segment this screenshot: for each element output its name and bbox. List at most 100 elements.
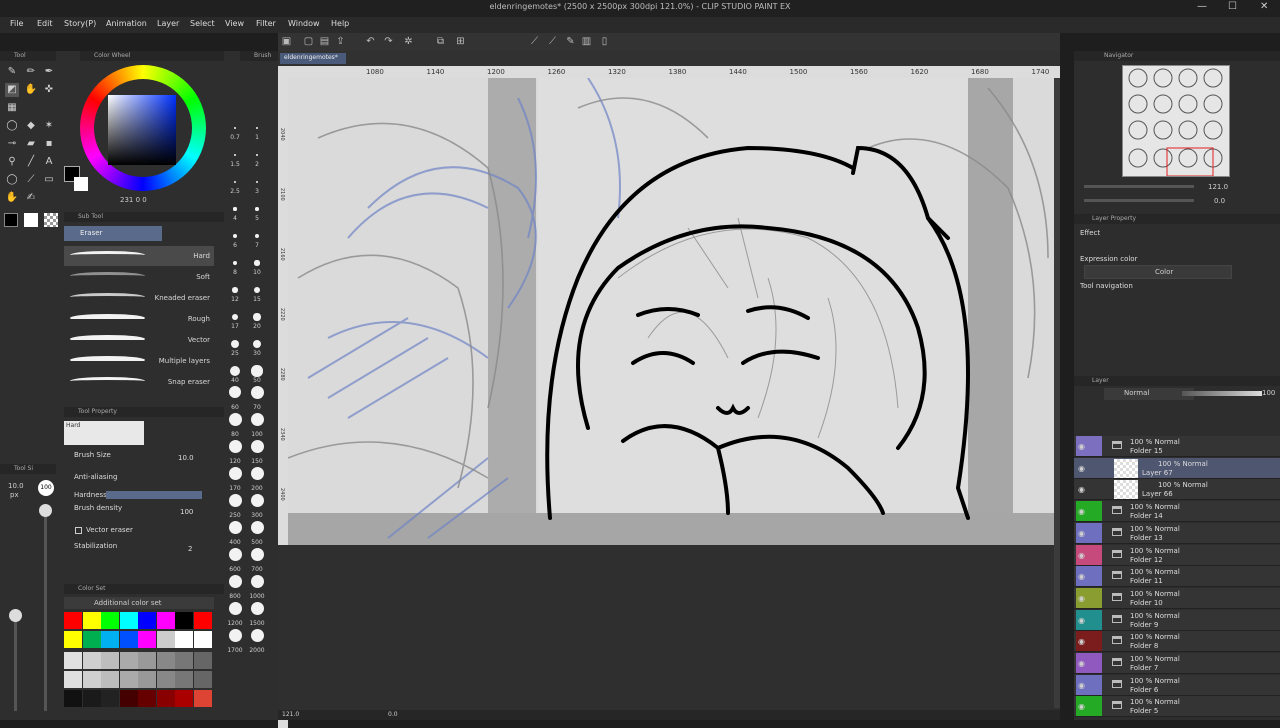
tool-property-tab[interactable]: Tool Property xyxy=(64,407,224,417)
color-swatch[interactable] xyxy=(156,671,175,688)
color-swatch[interactable] xyxy=(64,652,82,669)
brush-size-dot[interactable] xyxy=(255,153,259,157)
menu-help[interactable]: Help xyxy=(331,19,349,28)
vector-eraser-checkbox[interactable] xyxy=(75,527,82,534)
brush-size-dot[interactable] xyxy=(252,339,262,349)
tool-tab[interactable]: Tool xyxy=(0,51,56,61)
sub-color-swatch[interactable] xyxy=(24,213,38,227)
color-swatch[interactable] xyxy=(82,612,101,629)
grid-icon[interactable]: ▥ xyxy=(580,35,593,48)
color-swatch[interactable] xyxy=(175,690,193,707)
menu-filter[interactable]: Filter xyxy=(256,19,276,28)
brush-size-dot[interactable] xyxy=(228,493,242,507)
redo-icon[interactable]: ↷ xyxy=(382,35,395,48)
color-swatch[interactable] xyxy=(156,612,175,629)
smartphone-icon[interactable]: ▯ xyxy=(598,35,611,48)
brush-size-dot[interactable] xyxy=(253,313,261,321)
color-swatch[interactable] xyxy=(193,652,212,669)
layer-tab[interactable]: Layer xyxy=(1074,376,1280,386)
tool-size-tab[interactable]: Tool Si xyxy=(0,464,56,474)
brush-size-dot[interactable] xyxy=(228,385,242,399)
hand-tool-icon[interactable]: ✋ xyxy=(5,191,19,205)
menu-animation[interactable]: Animation xyxy=(106,19,147,28)
correct-line-icon[interactable]: ✍ xyxy=(24,191,38,205)
line-tool-icon[interactable]: ╱ xyxy=(24,155,38,169)
menu-file[interactable]: File xyxy=(10,19,23,28)
visibility-eye-icon[interactable]: ◉ xyxy=(1078,594,1085,603)
layer-opacity-slider[interactable] xyxy=(1182,391,1262,396)
magic-wand-icon[interactable]: ✶ xyxy=(42,119,56,133)
sub-tool-rough[interactable]: Rough xyxy=(64,309,214,329)
brush-size-dot[interactable] xyxy=(233,234,237,238)
undo-icon[interactable]: ↶ xyxy=(364,35,377,48)
brush-tool-icon[interactable]: ✒ xyxy=(42,65,56,79)
sub-tool-multiple-layers[interactable]: Multiple layers xyxy=(64,351,214,371)
snap-ruler-icon[interactable]: ⟋ xyxy=(528,35,541,48)
navigator-angle-value[interactable]: 0.0 xyxy=(1214,197,1225,205)
layer-folder-row[interactable]: ◉ 100 % Normal Folder 5 xyxy=(1074,696,1280,718)
hardness-slider[interactable] xyxy=(106,491,202,499)
brush-size-dot[interactable] xyxy=(250,412,264,426)
new-canvas-icon[interactable]: ▣ xyxy=(280,35,293,48)
opacity-slider-track[interactable] xyxy=(14,611,17,711)
minimize-icon[interactable]: — xyxy=(1197,1,1207,12)
transparent-color-swatch[interactable] xyxy=(44,213,58,227)
gradient-icon[interactable]: ▰ xyxy=(24,137,38,151)
navigator-zoom-slider[interactable] xyxy=(1084,185,1194,188)
fill-tool-icon[interactable]: ✜ xyxy=(42,83,56,97)
stabilization-value[interactable]: 2 xyxy=(188,545,192,553)
pen-icon[interactable]: ✎ xyxy=(564,35,577,48)
fill-rect-icon[interactable]: ▪ xyxy=(42,137,56,151)
layer-folder-row[interactable]: ◉ 100 % Normal Folder 11 xyxy=(1074,566,1280,588)
color-swatch[interactable] xyxy=(156,652,175,669)
tool-size-slider-knob[interactable] xyxy=(39,504,52,517)
color-swatch[interactable] xyxy=(101,690,119,707)
layer-folder-row[interactable]: ◉ 100 % Normal Folder 6 xyxy=(1074,674,1280,696)
color-set-select[interactable]: Additional color set xyxy=(64,597,214,609)
navigator-tab[interactable]: Navigator xyxy=(1074,51,1280,61)
layer-folder-row[interactable]: ◉ 100 % Normal Folder 13 xyxy=(1074,522,1280,544)
color-swatch[interactable] xyxy=(101,652,119,669)
color-swatch[interactable] xyxy=(138,690,156,707)
color-swatch[interactable] xyxy=(119,671,138,688)
color-swatch[interactable] xyxy=(64,631,82,648)
sub-tool-soft[interactable]: Soft xyxy=(64,267,214,287)
eraser-tool-icon[interactable]: ◩ xyxy=(5,83,19,97)
eyedropper-icon[interactable]: ⊸ xyxy=(5,137,19,151)
color-swatch[interactable] xyxy=(138,612,156,629)
zoom-tool-icon[interactable]: ⚲ xyxy=(5,155,19,169)
visibility-eye-icon[interactable]: ◉ xyxy=(1078,464,1085,473)
wheel-sub-color[interactable] xyxy=(74,177,88,191)
layer-folder-row[interactable]: ◉ 100 % Normal Folder 10 xyxy=(1074,587,1280,609)
visibility-eye-icon[interactable]: ◉ xyxy=(1078,681,1085,690)
brush-size-dot[interactable] xyxy=(253,286,261,294)
sub-tool-vector[interactable]: Vector xyxy=(64,330,214,350)
main-color-swatch[interactable] xyxy=(4,213,18,227)
snap-grid-icon[interactable]: ⟋ xyxy=(546,35,559,48)
pencil-tool-icon[interactable]: ✏ xyxy=(24,65,38,79)
visibility-eye-icon[interactable]: ◉ xyxy=(1078,702,1085,711)
color-swatch[interactable] xyxy=(138,652,156,669)
brush-size-dot[interactable] xyxy=(250,385,264,399)
color-swatch[interactable] xyxy=(119,652,138,669)
brush-size-dot[interactable] xyxy=(234,127,236,129)
brush-size-dot[interactable] xyxy=(254,233,260,239)
color-swatch[interactable] xyxy=(175,631,193,648)
color-wheel-tab[interactable]: Color Wheel xyxy=(80,51,224,61)
brush-size-dot[interactable] xyxy=(250,547,264,561)
maximize-icon[interactable]: ☐ xyxy=(1228,1,1237,12)
brush-size-dot[interactable] xyxy=(233,180,237,184)
brush-size-dot[interactable] xyxy=(228,547,242,561)
brush-size-value[interactable]: 10.0 xyxy=(178,454,194,462)
brush-size-dot[interactable] xyxy=(250,466,264,480)
menu-layer[interactable]: Layer xyxy=(157,19,179,28)
layer-row[interactable]: ◉ 100 % Normal Layer 67 xyxy=(1074,457,1280,479)
export-icon[interactable]: ⇪ xyxy=(334,35,347,48)
balloon-tool-icon[interactable]: ▭ xyxy=(42,173,56,187)
layer-folder-row[interactable]: ◉ 100 % Normal Folder 12 xyxy=(1074,544,1280,566)
brush-size-dot[interactable] xyxy=(231,313,239,321)
blend-tool-icon[interactable]: ✋ xyxy=(24,83,38,97)
visibility-eye-icon[interactable]: ◉ xyxy=(1078,529,1085,538)
color-swatch[interactable] xyxy=(64,612,82,629)
color-swatch[interactable] xyxy=(193,612,212,629)
